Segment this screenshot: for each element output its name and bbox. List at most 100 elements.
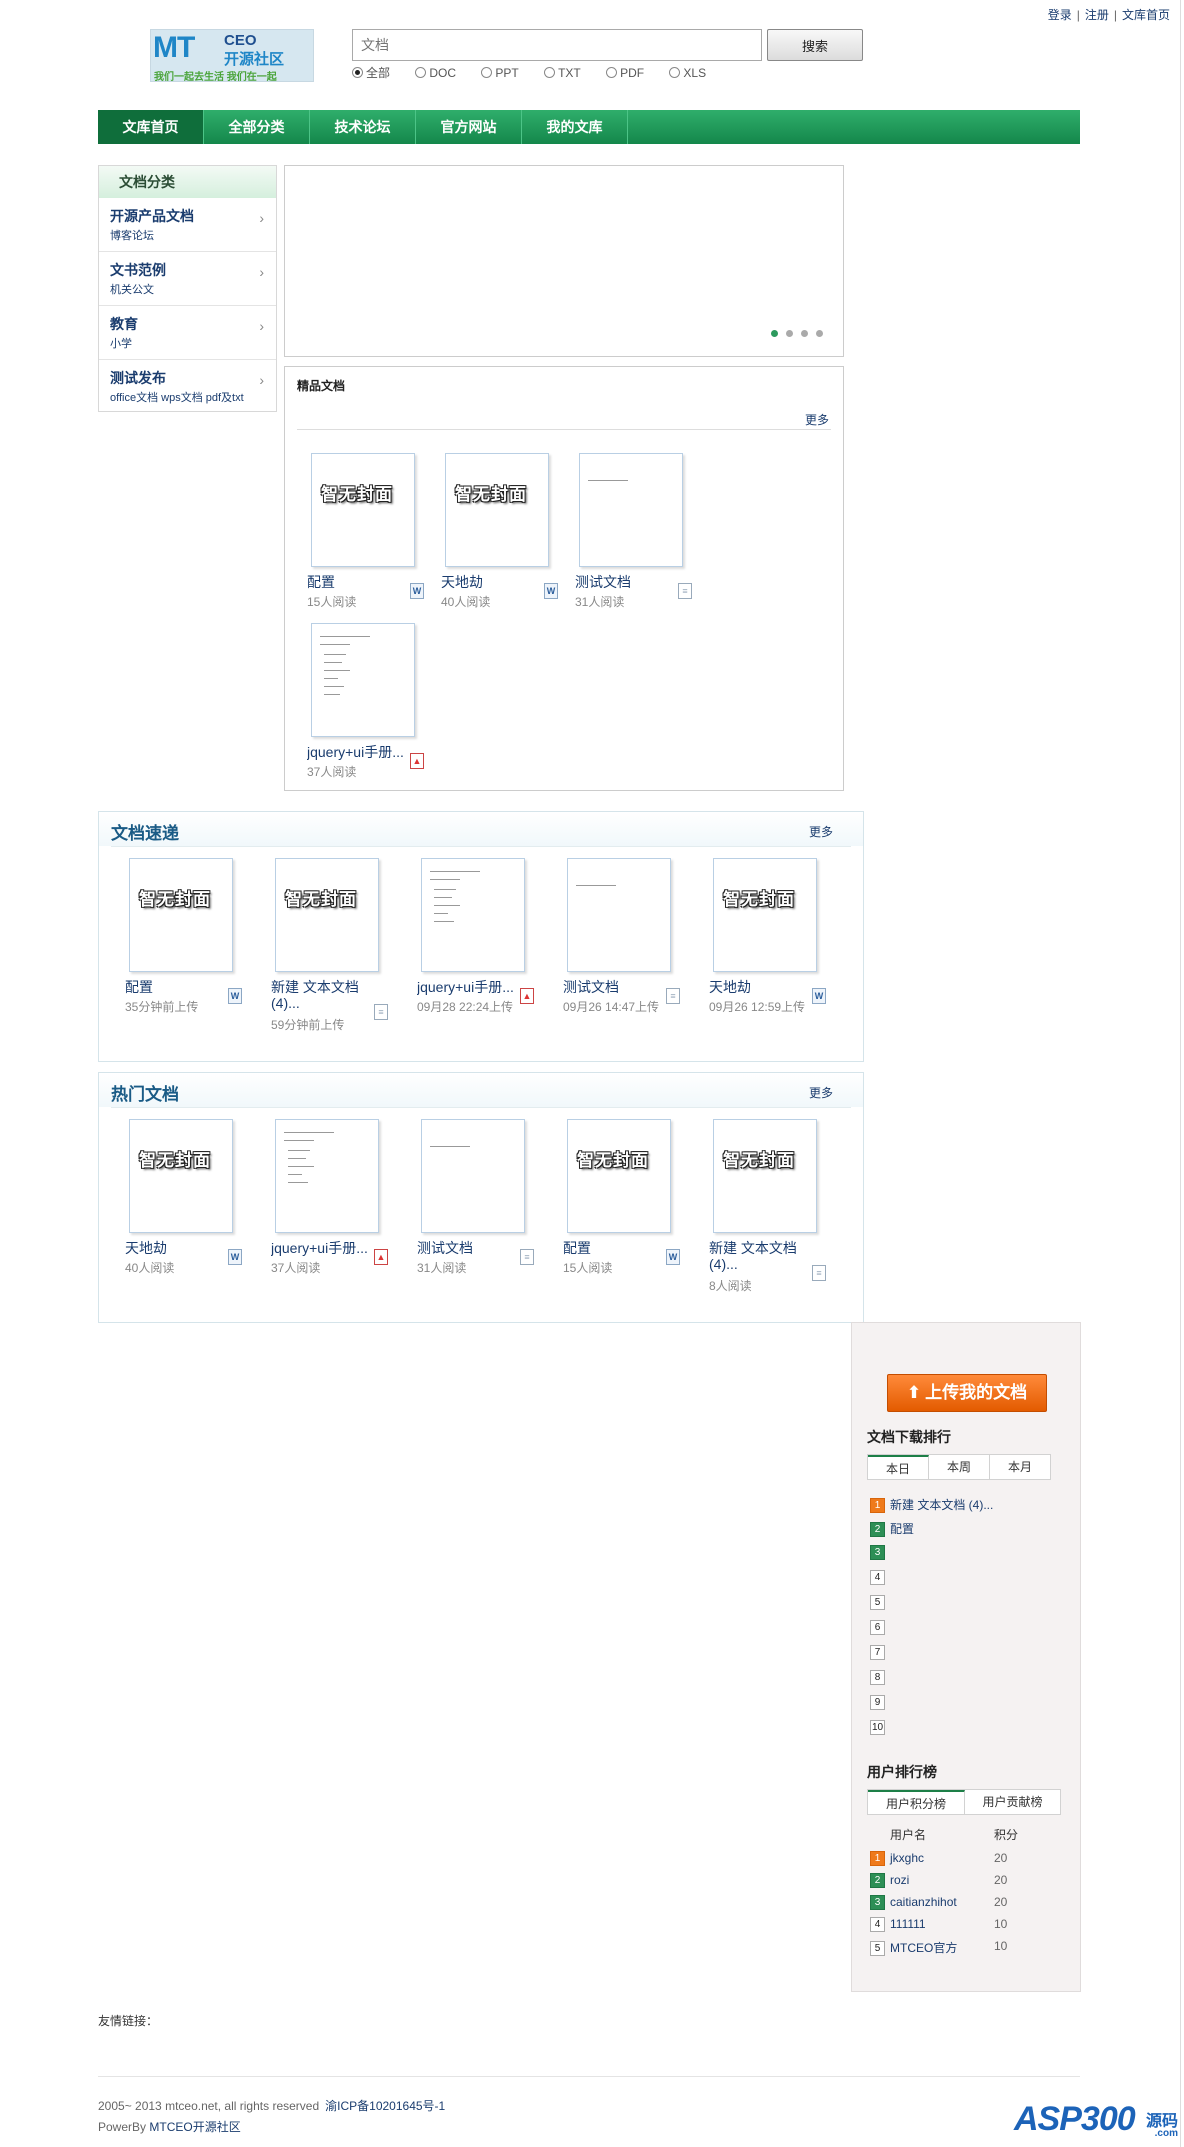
nav-all-categories[interactable]: 全部分类 [204,110,310,144]
slider-dot[interactable] [816,330,823,337]
radio-ppt[interactable]: PPT [481,66,519,80]
category-name[interactable]: 教育 [110,314,138,334]
search-input[interactable] [352,29,762,61]
doc-name[interactable]: 新建 文本文档(4)... [709,1240,817,1274]
tab-week[interactable]: 本周 [929,1455,990,1479]
doc-card[interactable]: jquery+ui手册... 09月28 22:24上传 ▲ [417,858,557,1028]
doc-thumbnail[interactable] [421,858,525,972]
tab-today[interactable]: 本日 [868,1455,929,1479]
doc-thumbnail[interactable]: 智无封面 [713,1119,817,1233]
doc-thumbnail[interactable]: 智无封面 [129,858,233,972]
doc-thumbnail[interactable]: 智无封面 [567,1119,671,1233]
search-button[interactable]: 搜索 [767,29,863,61]
radio-txt[interactable]: TXT [544,66,581,80]
doc-card[interactable]: 智无封面 天地劫 40人阅读 W [441,453,581,623]
doc-thumbnail[interactable] [311,623,415,737]
doc-name[interactable]: 测试文档 [575,574,683,590]
right-sidebar: ⬆ 上传我的文档 文档下载排行 本日 本周 本月 1 新建 文本文档 (4)... … [851,1322,1081,1992]
slider-dot[interactable] [771,330,778,337]
doc-name[interactable]: jquery+ui手册... [307,744,415,760]
category-sub[interactable]: office文档 wps文档 pdf及txt [110,389,244,405]
doc-card[interactable]: 智无封面 新建 文本文档(4)... 8人阅读 ≡ [709,1119,849,1293]
nav-tech-forum[interactable]: 技术论坛 [310,110,416,144]
register-link[interactable]: 注册 [1085,8,1109,22]
doc-name[interactable]: 天地劫 [709,979,817,995]
doc-card[interactable]: 智无封面 天地劫 40人阅读 W [125,1119,265,1289]
doc-name[interactable]: 天地劫 [125,1240,233,1256]
radio-pdf[interactable]: PDF [606,66,644,80]
site-logo[interactable]: MT CEO 开源社区 我们一起去生活 我们在一起 [150,29,314,82]
doc-name[interactable]: 配置 [307,574,415,590]
doc-name[interactable]: jquery+ui手册... [417,979,525,995]
doc-thumbnail[interactable]: 智无封面 [275,858,379,972]
user-rank-tabs: 用户积分榜 用户贡献榜 [867,1789,1061,1815]
category-item[interactable]: 文书范例 机关公文 › [99,252,276,306]
category-sub[interactable]: 小学 [110,335,132,351]
radio-all[interactable]: 全部 [352,64,390,81]
rank-item[interactable]: 1 新建 文本文档 (4)... [870,1496,993,1514]
tab-month[interactable]: 本月 [990,1455,1050,1479]
login-link[interactable]: 登录 [1048,8,1072,22]
doc-card[interactable]: 智无封面 配置 15人阅读 W [307,453,447,623]
doc-card[interactable]: 智无封面 配置 35分钟前上传 W [125,858,265,1028]
upload-button[interactable]: ⬆ 上传我的文档 [887,1374,1047,1412]
doc-thumbnail[interactable] [567,858,671,972]
doc-thumbnail[interactable]: 智无封面 [129,1119,233,1233]
doc-card[interactable]: 测试文档 31人阅读 ≡ [417,1119,557,1289]
user-row[interactable]: 1 jkxghc [870,1851,924,1867]
doc-thumbnail[interactable] [421,1119,525,1233]
doc-thumbnail[interactable]: 智无封面 [311,453,415,567]
logo-ceo: CEO [224,32,257,49]
slider-dot[interactable] [786,330,793,337]
express-more-link[interactable]: 更多 [809,823,833,840]
user-row[interactable]: 5 MTCEO官方 [870,1939,957,1957]
doc-name[interactable]: 测试文档 [563,979,671,995]
doc-thumbnail[interactable] [579,453,683,567]
doc-card[interactable]: jquery+ui手册... 37人阅读 ▲ [271,1119,411,1289]
rank-item[interactable]: 2 配置 [870,1520,914,1538]
doc-name[interactable]: jquery+ui手册... [271,1240,379,1256]
hot-more-link[interactable]: 更多 [809,1084,833,1101]
doc-meta: 31人阅读 [417,1261,467,1275]
category-item[interactable]: 教育 小学 › [99,306,276,360]
icp-link[interactable]: 渝ICP备10201645号-1 [325,2099,445,2113]
rank-badge: 5 [870,1595,885,1611]
category-name[interactable]: 文书范例 [110,260,166,280]
doc-thumbnail[interactable]: 智无封面 [445,453,549,567]
doc-name[interactable]: 天地劫 [441,574,549,590]
doc-card[interactable]: jquery+ui手册... 37人阅读 ▲ [307,623,447,793]
category-item[interactable]: 开源产品文档 博客论坛 › [99,198,276,252]
doc-card[interactable]: 测试文档 09月26 14:47上传 ≡ [563,858,703,1028]
user-row[interactable]: 4 111111 [870,1917,926,1933]
doc-card[interactable]: 智无封面 新建 文本文档(4)... 59分钟前上传 ≡ [271,858,411,1032]
category-sub[interactable]: 博客论坛 [110,227,154,243]
rank-item: 6 [870,1620,890,1636]
doc-name[interactable]: 配置 [563,1240,671,1256]
category-sub[interactable]: 机关公文 [110,281,154,297]
doc-name[interactable]: 测试文档 [417,1240,525,1256]
tab-user-contrib[interactable]: 用户贡献榜 [965,1790,1060,1814]
doc-card[interactable]: 测试文档 31人阅读 ≡ [575,453,715,623]
doc-card[interactable]: 智无封面 配置 15人阅读 W [563,1119,703,1289]
radio-doc[interactable]: DOC [415,66,456,80]
nav-official-site[interactable]: 官方网站 [416,110,522,144]
banner-slider[interactable] [284,165,844,357]
library-home-link[interactable]: 文库首页 [1122,8,1170,22]
category-name[interactable]: 开源产品文档 [110,206,194,226]
doc-name[interactable]: 配置 [125,979,233,995]
slider-dot[interactable] [801,330,808,337]
user-row[interactable]: 2 rozi [870,1873,909,1889]
doc-thumbnail[interactable] [275,1119,379,1233]
doc-card[interactable]: 智无封面 天地劫 09月26 12:59上传 W [709,858,849,1028]
nav-my-library[interactable]: 我的文库 [522,110,628,144]
category-name[interactable]: 测试发布 [110,368,166,388]
featured-more-link[interactable]: 更多 [805,411,829,428]
nav-library-home[interactable]: 文库首页 [98,110,204,144]
user-row[interactable]: 3 caitianzhihot [870,1895,957,1911]
tab-user-points[interactable]: 用户积分榜 [868,1790,965,1814]
radio-xls[interactable]: XLS [669,66,706,80]
doc-name[interactable]: 新建 文本文档(4)... [271,979,379,1013]
doc-thumbnail[interactable]: 智无封面 [713,858,817,972]
category-item[interactable]: 测试发布 office文档 wps文档 pdf及txt › [99,360,276,414]
power-link[interactable]: MTCEO开源社区 [149,2120,240,2134]
